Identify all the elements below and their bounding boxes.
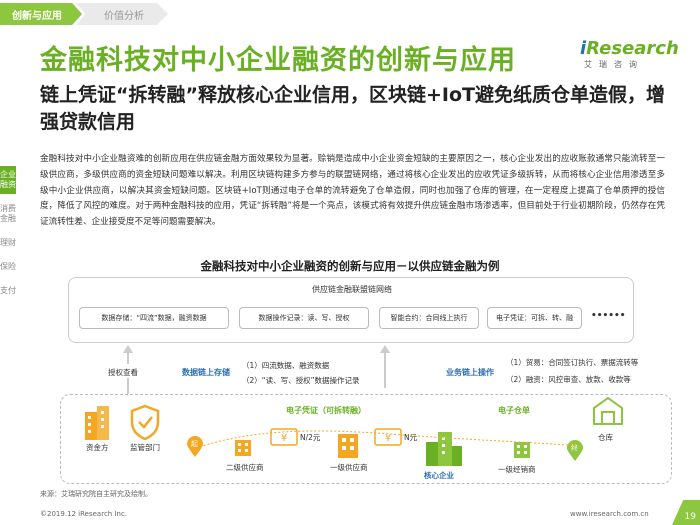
network-item-evoucher: 电子凭证：可拆、转、融 — [487, 307, 582, 329]
data-note-1: （1）四流数据、融资数据 — [242, 361, 330, 370]
building-icon — [85, 406, 109, 440]
iresearch-logo: iResearch 艾瑞咨询 — [580, 38, 680, 70]
network-label: 供应链金融联盟链网络 — [312, 285, 392, 294]
network-item-smart-contract: 智能合约：合同线上执行 — [379, 307, 479, 329]
biz-onchain-label: 业务链上操作 — [446, 368, 494, 377]
sidebar-nav: 企业融资 消费金融 理财 保险 支付 — [0, 166, 16, 306]
tab-innovation-application[interactable]: 创新与应用 — [0, 3, 82, 25]
biz-note-2: （2）融资：风控审查、放款、收款等 — [506, 375, 631, 384]
auth-view-label: 授权查看 — [108, 368, 138, 377]
page-title: 金融科技对中小企业融资的创新与应用 — [40, 45, 516, 76]
alliance-network-box: 供应链金融联盟链网络 数据存储：“四流”数据，融资数据 数据操作记录：读、写、授… — [68, 277, 634, 343]
logo-text: Research — [586, 38, 679, 59]
tab-value-analysis[interactable]: 价值分析 — [76, 3, 168, 25]
data-onchain-label: 数据链上存储 — [182, 368, 230, 377]
sidebar-item-payment[interactable]: 支付 — [0, 282, 16, 300]
connector-line — [127, 352, 129, 364]
ereceipt-label: 电子仓单 — [498, 406, 530, 415]
connector-line — [384, 352, 386, 388]
tab-label: 创新与应用 — [12, 10, 62, 22]
page-subtitle: 链上凭证“拆转融”释放核心企业信用，区块链+IoT避免纸质仓单造假，增强贷款信用 — [40, 84, 665, 133]
site-url[interactable]: www.iresearch.com.cn — [570, 510, 649, 518]
diagram-title: 金融科技对中小企业融资的创新与应用－以供应链金融为例 — [200, 259, 500, 273]
logo-subtext: 艾瑞咨询 — [584, 60, 644, 69]
connector-line — [127, 378, 129, 394]
node-core: 核心企业 — [424, 471, 454, 480]
flow-path — [195, 430, 581, 449]
sidebar-item-wealth[interactable]: 理财 — [0, 234, 16, 252]
biz-note-1: （1）贸易：合同签订执行、票据流转等 — [506, 358, 639, 367]
sidebar-item-consumer-finance[interactable]: 消费金融 — [0, 200, 16, 228]
evoucher-label: 电子凭证（可拆转融） — [286, 406, 366, 415]
body-paragraph: 金融科技对中小企业融资难的创新应用在供应链金融方面效果较为显著。赊销是造成中小企… — [40, 154, 665, 228]
network-more: •••••• — [591, 311, 626, 321]
shield-check-icon — [130, 404, 160, 440]
tab-label: 价值分析 — [104, 10, 144, 22]
data-note-2: （2）“读、写、授权”数据操作记录 — [242, 376, 360, 385]
copyright: ©2019.12 iResearch Inc. — [40, 510, 128, 518]
sidebar-item-enterprise-finance[interactable]: 企业融资 — [0, 166, 16, 194]
page-number: 19 — [672, 500, 700, 525]
source-note: 来源：艾瑞研究院自主研究及绘制。 — [40, 490, 152, 498]
node-regulator: 监管部门 — [130, 443, 160, 452]
node-funder: 资金方 — [86, 443, 109, 452]
network-item-data-ops: 数据操作记录：读、写、授权 — [239, 307, 369, 329]
network-item-data-storage: 数据存储：“四流”数据，融资数据 — [79, 307, 229, 329]
